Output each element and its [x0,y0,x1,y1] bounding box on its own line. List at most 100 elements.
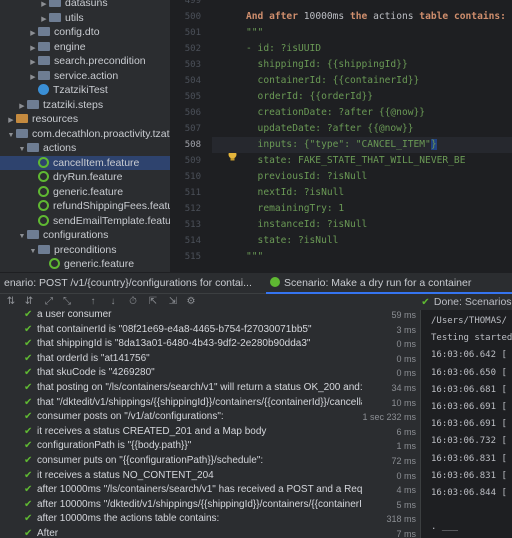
code-editor[interactable]: 499 500 501 502 503 504 505 506 507 508 509 510 511 5… [170,0,512,272]
tree-item[interactable]: ▶ engine [0,40,170,55]
test-step-row[interactable]: ✔ that shippingId is "8da13a01-6480-4b43-… [0,337,420,352]
test-step-row[interactable]: ✔ that posting on "/ls/containers/search/… [0,381,420,396]
console-line: 16:03:06.650 [ [431,367,507,378]
export-icon[interactable]: ⇱ [146,295,160,309]
tree-item[interactable]: TzatzikiTest [0,83,170,98]
test-step-label: a user consumer [37,310,112,320]
test-step-duration: 1 sec 232 ms [362,412,416,423]
test-step-row[interactable]: ✔ it receives a status NO_CONTENT_204 0 ms [0,469,420,484]
import-icon[interactable]: ⇲ [166,295,180,309]
tree-item[interactable]: cancelItem.feature [0,155,170,170]
test-step-row[interactable]: ✔ a user consumer 59 ms [0,310,420,323]
test-step-label: that containerId is "08f21e69-e4a8-4465-… [37,323,312,335]
line-number: 504 [184,76,201,86]
line-number: 515 [184,252,201,262]
code-line: updateDate: ?after {{@now}} [246,123,414,134]
test-step-label: after 10000ms "/ls/containers/search/v1"… [37,484,362,496]
tab-dry-run-scenario[interactable]: Scenario: Make a dry run for a container [266,273,512,294]
tree-item-label: resources [32,113,79,125]
tree-item[interactable]: ▼ actions [0,141,170,156]
tree-item[interactable]: ▶ config.dto [0,25,170,40]
tree-item[interactable]: generic.feature [0,257,170,272]
code-line: """ [246,27,264,38]
folder-icon [49,0,61,7]
tree-item[interactable]: refundShippingFees.feature [0,199,170,214]
console-line: /Users/THOMAS/ [431,316,507,326]
tree-item-label: service.action [54,69,119,82]
test-results-toolbar: ⇅ ⇵ ⤢ ⤡ ↑ ↓ ⏱ ⇱ ⇲ ⚙ [0,294,420,310]
test-step-label: that shippingId is "8da13a01-6480-4b43-9… [37,338,311,350]
test-step-row[interactable]: ✔ that orderId is "at141756" 0 ms [0,352,420,367]
tree-item-label: configurations [43,229,109,241]
test-step-row[interactable]: ✔ consumer puts on "{{configurationPath}}… [0,454,420,469]
tab-run-configurations[interactable]: enario: POST /v1/{country}/configuration… [0,273,262,294]
test-step-row[interactable]: ✔ after 10000ms the actions table contain… [0,512,420,527]
next-failed-icon[interactable]: ↓ [106,295,120,309]
test-step-duration: 0 ms [396,339,416,350]
test-step-label: that "/dktedit/v1/shippings/{{shippingId… [37,396,362,408]
tree-item-label: sendEmailTemplate.feature [53,214,170,227]
tree-item[interactable]: ▶ tzatziki.steps [0,98,170,113]
test-step-duration: 318 ms [386,514,416,525]
sort-duration-icon[interactable]: ⇵ [22,295,36,309]
test-step-duration: 10 ms [391,397,416,408]
tree-item[interactable]: ▶ resources [0,112,170,127]
test-step-row[interactable]: ✔ that skuCode is "4269280" 0 ms [0,366,420,381]
folder-icon [38,41,50,51]
tree-item[interactable]: ▼ com.decathlon.proactivity.tzatziki [0,127,170,142]
tree-item-label: engine [54,40,86,53]
code-line: orderId: {{orderId}} [246,91,374,102]
sort-alpha-icon[interactable]: ⇅ [4,295,18,309]
console-line: 16:03:06.831 [ [431,453,507,464]
folder-icon [38,27,50,36]
console-line: 16:03:06.844 [ [431,488,507,498]
check-icon: ✔ [24,513,33,525]
test-step-row[interactable]: ✔ configurationPath is "{{body.path}}" 1 m… [0,439,420,454]
test-step-label: that posting on "/ls/containers/search/v… [37,382,362,393]
check-icon: ✔ [24,323,33,335]
console-output[interactable]: /Users/THOMAS/Testing started 16:03:06.64… [420,310,512,538]
line-number: 502 [184,44,201,54]
cucumber-feature-icon [49,258,60,269]
tree-item[interactable]: ▶ datasuns [0,0,170,11]
tree-item[interactable]: ▶ utils [0,11,170,26]
test-step-duration: 0 ms [396,353,416,364]
test-step-row[interactable]: ✔ that containerId is "08f21e69-e4a8-4465… [0,323,420,338]
tree-item[interactable]: dryRun.feature [0,170,170,185]
test-step-row[interactable]: ✔ After 7 ms [0,527,420,538]
test-step-row[interactable]: ✔ consumer posts on "/v1/at/configuration… [0,410,420,425]
line-number: 512 [184,204,201,214]
tree-item-label: preconditions [54,243,117,256]
test-step-duration: 1 ms [396,441,416,452]
test-step-row[interactable]: ✔ after 10000ms "/ls/containers/search/v1… [0,483,420,498]
tree-item-label: cancelItem.feature [53,156,140,169]
folder-icon [27,143,39,152]
expand-all-icon[interactable]: ⤢ [42,295,56,309]
test-status-bar: ✔ Done: Scenarios [420,294,512,310]
line-number: 499 [184,0,201,6]
tree-item[interactable]: ▼ preconditions [0,243,170,258]
line-number: 505 [184,92,201,102]
line-number: 514 [184,236,201,246]
history-icon[interactable]: ⏱ [126,295,140,309]
line-number: 506 [184,108,201,118]
tree-item[interactable]: ▶ search.precondition [0,54,170,69]
test-step-row[interactable]: ✔ it receives a status CREATED_201 and a … [0,425,420,440]
tree-item[interactable]: ▼ configurations [0,228,170,243]
folder-icon [27,230,39,239]
test-step-row[interactable]: ✔ that "/dktedit/v1/shippings/{{shippingI… [0,396,420,411]
test-step-row[interactable]: ✔ after 10000ms "/dktedit/v1/shippings/{{… [0,498,420,513]
tree-item-label: refundShippingFees.feature [53,200,170,212]
tree-item-label: actions [43,142,77,154]
tree-item[interactable]: ▶ service.action [0,69,170,84]
prev-failed-icon[interactable]: ↑ [86,295,100,309]
settings-icon[interactable]: ⚙ [184,295,198,309]
tab-label: enario: POST /v1/{country}/configuration… [4,277,252,289]
code-line: containerId: {{containerId}} [246,75,420,86]
tree-item[interactable]: sendEmailTemplate.feature [0,214,170,229]
collapse-all-icon[interactable]: ⤡ [60,295,74,309]
cucumber-feature-icon [38,200,49,211]
tree-item[interactable]: generic.feature [0,185,170,200]
line-number: 507 [184,124,201,134]
